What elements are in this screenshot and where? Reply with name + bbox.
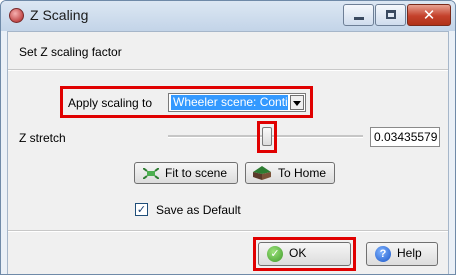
apply-scaling-label: Apply scaling to — [68, 96, 153, 110]
save-as-default-checkbox[interactable]: ✓ — [135, 203, 148, 216]
fit-to-scene-label: Fit to scene — [165, 166, 228, 180]
apply-scaling-select[interactable]: Wheeler scene: Conti — [168, 93, 306, 112]
divider — [8, 230, 448, 232]
apply-scaling-selected-value: Wheeler scene: Conti — [171, 95, 288, 110]
minimize-icon — [354, 17, 364, 20]
highlight-slider-thumb — [257, 121, 277, 153]
z-scaling-dialog: Z Scaling ✕ Set Z scaling factor Apply s… — [0, 0, 456, 275]
dialog-heading: Set Z scaling factor — [19, 45, 122, 59]
highlight-ok — [253, 237, 356, 271]
title-bar[interactable]: Z Scaling ✕ — [1, 1, 455, 31]
minimize-button[interactable] — [343, 4, 374, 26]
help-label: Help — [397, 246, 422, 260]
close-button[interactable]: ✕ — [407, 4, 451, 26]
chevron-down-icon[interactable] — [290, 95, 304, 110]
home-icon — [253, 166, 271, 180]
fit-to-scene-icon — [143, 168, 159, 179]
app-icon — [9, 8, 24, 23]
z-stretch-label: Z stretch — [19, 131, 66, 145]
window-title: Z Scaling — [30, 7, 89, 23]
to-home-label: To Home — [278, 166, 327, 180]
divider — [8, 69, 448, 71]
z-stretch-value-field[interactable]: 0.03435579 — [370, 127, 440, 147]
fit-to-scene-button[interactable]: Fit to scene — [134, 162, 238, 184]
help-icon: ? — [375, 246, 391, 262]
maximize-button[interactable] — [375, 4, 406, 26]
save-as-default-label: Save as Default — [156, 203, 241, 217]
to-home-button[interactable]: To Home — [245, 162, 335, 184]
dialog-body: Set Z scaling factor Apply scaling to Wh… — [7, 31, 449, 274]
maximize-icon — [386, 10, 396, 19]
help-button[interactable]: ? Help — [366, 242, 438, 266]
close-icon: ✕ — [422, 6, 436, 24]
